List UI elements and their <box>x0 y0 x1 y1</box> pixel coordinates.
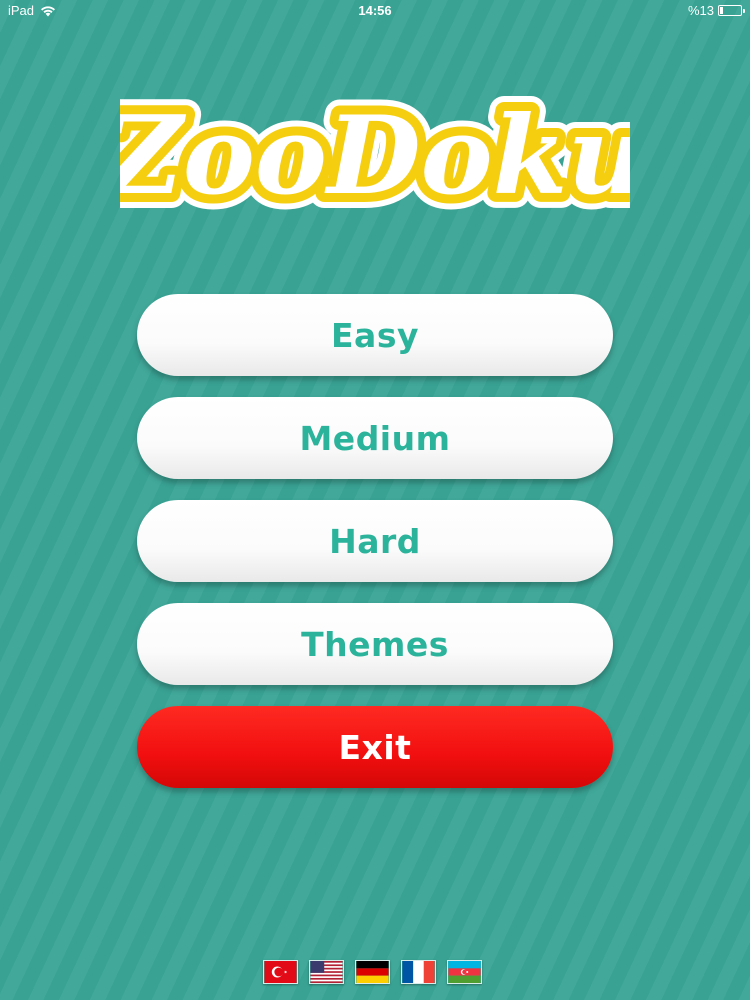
themes-button[interactable]: Themes <box>137 603 613 685</box>
medium-button[interactable]: Medium <box>137 397 613 479</box>
logo-text: ZooDoku <box>120 93 630 219</box>
language-selector <box>263 960 487 986</box>
hard-button[interactable]: Hard <box>137 500 613 582</box>
status-right: %13 <box>687 3 745 18</box>
easy-button[interactable]: Easy <box>137 294 613 376</box>
status-time: 14:56 <box>358 3 392 18</box>
france-flag-icon[interactable] <box>401 960 436 984</box>
azerbaijan-flag-icon[interactable] <box>447 960 482 984</box>
exit-button[interactable]: Exit <box>137 706 613 788</box>
status-bar: iPad 14:56 %13 <box>0 0 750 22</box>
germany-flag-icon[interactable] <box>355 960 390 984</box>
battery-icon <box>718 5 745 16</box>
us-flag-icon[interactable] <box>309 960 344 984</box>
main-menu: Easy Medium Hard Themes Exit <box>137 294 613 809</box>
zoodoku-logo: ZooDoku ZooDoku ZooDoku <box>120 80 630 230</box>
battery-percentage: %13 <box>687 3 714 18</box>
turkey-flag-icon[interactable] <box>263 960 298 984</box>
